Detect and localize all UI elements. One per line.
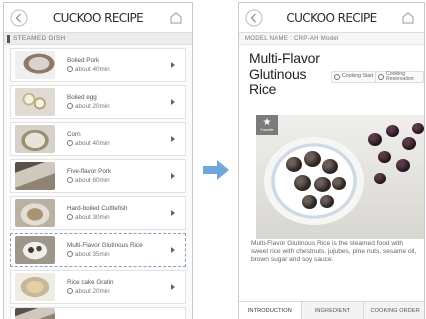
back-button[interactable] <box>9 8 29 28</box>
favorite-badge[interactable]: ★ Favorite <box>256 115 278 135</box>
right-arrow-icon <box>203 160 229 180</box>
recipe-name: Boiled Pork <box>67 57 100 65</box>
chevron-right-icon <box>171 173 175 179</box>
recipe-name: Boiled egg <box>67 94 97 102</box>
recipe-name: Rice cake Gratin <box>67 279 114 287</box>
recipe-thumbnail <box>15 51 55 79</box>
recipe-name: Multi-Flavor Glutinous Rice <box>67 242 143 250</box>
home-button[interactable] <box>166 8 186 28</box>
recipe-thumbnail <box>15 273 55 301</box>
tab-introduction[interactable]: INTRODUCTION <box>239 302 302 319</box>
cooking-start-label: Cooking Start <box>342 73 374 80</box>
section-marker <box>7 34 10 43</box>
list-item[interactable]: Rice cake Gratin about 20min <box>10 270 186 304</box>
recipe-list: Boiled Pork about 40min Boiled egg about… <box>4 45 192 319</box>
chevron-right-icon <box>171 247 175 253</box>
recipe-header: Multi-Flavor Glutinous Rice Cooking Star… <box>239 45 424 115</box>
tab-ingredient[interactable]: INGREDIENT <box>302 302 365 319</box>
clock-icon <box>67 102 73 109</box>
cooking-reservation-button[interactable]: Cooking Reservation <box>375 71 424 83</box>
recipe-title: Multi-Flavor Glutinous Rice <box>249 50 320 98</box>
clock-icon <box>67 139 73 146</box>
clock-icon <box>67 287 73 294</box>
list-item[interactable]: Hard-boiled Cuttlefish about 30min <box>10 196 186 230</box>
list-item[interactable]: Boiled egg about 20min <box>10 85 186 119</box>
recipe-time: about 60min <box>75 176 110 184</box>
recipe-time: about 40min <box>75 139 110 147</box>
chevron-right-icon <box>171 284 175 290</box>
list-item[interactable]: Corn about 40min <box>10 122 186 156</box>
list-item[interactable]: Five-flavor Pork about 60min <box>10 159 186 193</box>
clock-icon <box>67 65 73 72</box>
cooking-start-button[interactable]: Cooking Start <box>331 71 377 83</box>
recipe-thumbnail <box>15 88 55 116</box>
chevron-right-icon <box>171 210 175 216</box>
back-arrow-icon <box>10 9 28 27</box>
recipe-time: about 35min <box>75 250 110 258</box>
recipe-thumbnail <box>15 162 55 190</box>
home-button[interactable] <box>398 8 418 28</box>
back-button[interactable] <box>244 8 264 28</box>
section-header: STEAMED DISH <box>4 33 192 45</box>
back-arrow-icon <box>245 9 263 27</box>
recipe-thumbnail <box>15 125 55 153</box>
list-item-partial[interactable] <box>10 307 186 319</box>
recipe-photo <box>256 115 424 239</box>
home-icon <box>170 12 182 24</box>
cooking-reservation-label: Cooking Reservation <box>386 70 414 82</box>
recipe-time: about 30min <box>75 213 110 221</box>
power-icon <box>334 74 340 80</box>
clock-icon <box>378 74 384 80</box>
chevron-right-icon <box>171 136 175 142</box>
recipe-description: Multi-Flavor Glutinous Rice is the steam… <box>251 240 417 264</box>
recipe-thumbnail <box>15 236 55 264</box>
app-header: CUCKOO RECIPE <box>4 3 192 33</box>
recipe-list-screen: CUCKOO RECIPE STEAMED DISH Boiled Pork a… <box>3 2 193 319</box>
chevron-right-icon <box>171 99 175 105</box>
clock-icon <box>67 213 73 220</box>
tab-cooking-order[interactable]: COOKING ORDER <box>364 302 424 319</box>
recipe-thumbnail <box>15 199 55 227</box>
clock-icon <box>67 250 73 257</box>
recipe-name: Corn <box>67 131 81 139</box>
star-icon: ★ <box>262 117 272 128</box>
app-header: CUCKOO RECIPE <box>239 3 424 33</box>
recipe-name: Hard-boiled Cuttlefish <box>67 205 128 213</box>
recipe-name: Five-flavor Pork <box>67 168 112 176</box>
tab-bar: INTRODUCTION INGREDIENT COOKING ORDER <box>239 301 424 319</box>
app-title: CUCKOO RECIPE <box>52 10 144 25</box>
recipe-detail-screen: CUCKOO RECIPE MODEL NAME : CRP-AH Model … <box>238 2 425 319</box>
recipe-time: about 20min <box>75 102 110 110</box>
model-name-bar: MODEL NAME : CRP-AH Model <box>239 33 424 45</box>
recipe-thumbnail <box>15 308 55 319</box>
recipe-time: about 40min <box>75 65 110 73</box>
chevron-right-icon <box>171 62 175 68</box>
home-icon <box>402 12 414 24</box>
list-item-selected[interactable]: Multi-Flavor Glutinous Rice about 35min <box>10 233 186 267</box>
recipe-time: about 20min <box>75 287 110 295</box>
clock-icon <box>67 176 73 183</box>
list-item[interactable]: Boiled Pork about 40min <box>10 48 186 82</box>
section-label: STEAMED DISH <box>13 35 66 42</box>
app-title: CUCKOO RECIPE <box>286 10 377 25</box>
favorite-label: Favorite <box>260 128 274 132</box>
